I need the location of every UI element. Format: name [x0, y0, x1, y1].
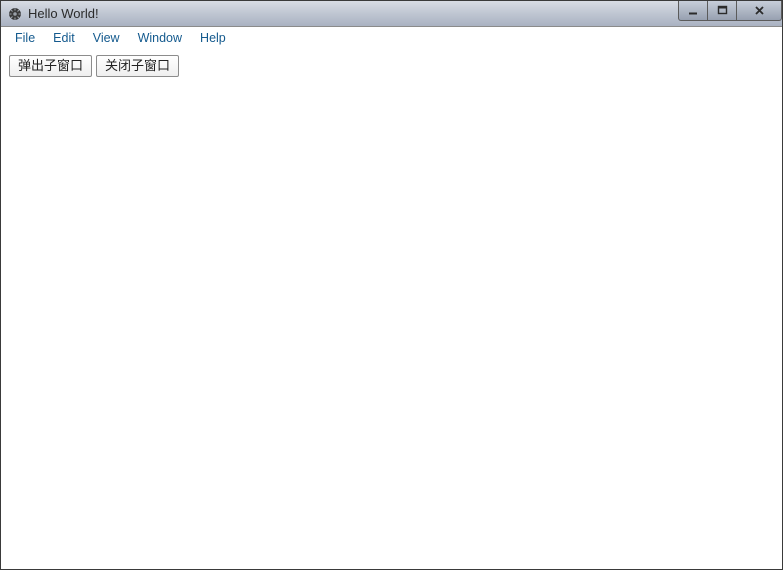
menu-edit[interactable]: Edit — [44, 29, 84, 47]
open-child-window-button[interactable]: 弹出子窗口 — [9, 55, 92, 77]
content-area: 弹出子窗口 关闭子窗口 — [1, 49, 782, 569]
window-title: Hello World! — [28, 6, 99, 21]
app-icon — [7, 6, 23, 22]
menubar: File Edit View Window Help — [1, 27, 782, 49]
close-button[interactable] — [736, 1, 782, 21]
app-window: Hello World! File Edit View — [0, 0, 783, 570]
minimize-icon — [688, 5, 699, 16]
menu-window[interactable]: Window — [129, 29, 191, 47]
close-icon — [754, 5, 765, 16]
button-row: 弹出子窗口 关闭子窗口 — [9, 55, 774, 77]
menu-view[interactable]: View — [84, 29, 129, 47]
menu-help[interactable]: Help — [191, 29, 235, 47]
window-controls — [679, 1, 782, 21]
maximize-button[interactable] — [707, 1, 737, 21]
maximize-icon — [717, 5, 728, 16]
titlebar[interactable]: Hello World! — [1, 1, 782, 27]
menu-file[interactable]: File — [6, 29, 44, 47]
minimize-button[interactable] — [678, 1, 708, 21]
close-child-window-button[interactable]: 关闭子窗口 — [96, 55, 179, 77]
